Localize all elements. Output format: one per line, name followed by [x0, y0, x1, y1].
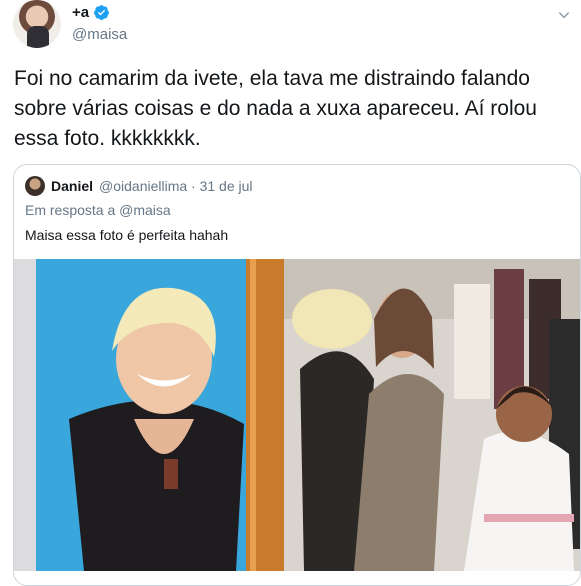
tweet-text: Foi no camarim da ivete, ela tava me dis… — [14, 67, 543, 150]
quoted-tweet-photo[interactable] — [14, 259, 580, 571]
author-display-name[interactable]: +a — [72, 4, 89, 21]
author-name-row[interactable]: +a — [72, 4, 110, 21]
quoted-reply-to: Em resposta a @maisa — [25, 202, 171, 218]
quoted-tweet-card[interactable]: Daniel @oidaniellima · 31 de jul Em resp… — [13, 164, 581, 586]
author-avatar[interactable] — [13, 0, 61, 48]
verified-badge-icon — [94, 5, 110, 20]
quoted-tweet-text: Maisa essa foto é perfeita hahah — [25, 227, 229, 243]
chevron-down-icon[interactable] — [557, 8, 571, 22]
author-handle[interactable]: @maisa — [72, 26, 127, 43]
quoted-tweet-header: Daniel @oidaniellima · 31 de jul — [25, 176, 253, 196]
quoted-author-avatar — [25, 176, 45, 196]
quoted-author-handle-date: @oidaniellima · 31 de jul — [99, 178, 253, 194]
quoted-author-name: Daniel — [51, 178, 94, 194]
